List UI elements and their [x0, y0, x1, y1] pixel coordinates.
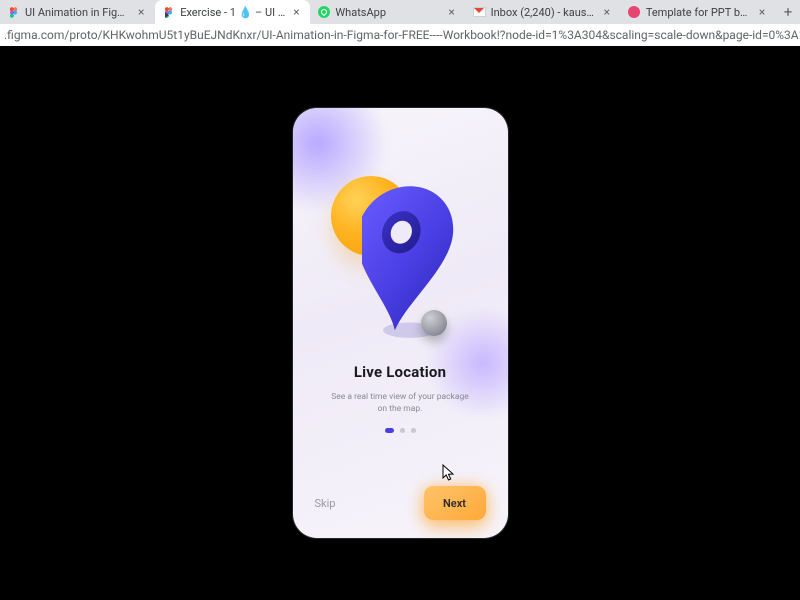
prototype-stage: Live Location See a real time view of yo… — [0, 46, 800, 600]
tab-title: Template for PPT by Kaustu — [646, 6, 751, 19]
browser-chrome: UI Animation in Figma for F × Exercise -… — [0, 0, 800, 46]
page-dot-1[interactable] — [385, 428, 394, 433]
page-dot-2[interactable] — [400, 428, 405, 433]
address-bar[interactable]: .figma.com/proto/KHKwohmU5t1yBuEJNdKnxr/… — [0, 24, 800, 46]
close-icon[interactable]: × — [446, 6, 458, 18]
gmail-icon — [473, 6, 486, 19]
page-dot-3[interactable] — [411, 428, 416, 433]
tab-title: UI Animation in Figma for F — [25, 6, 130, 19]
onboarding-subtitle: See a real time view of your package on … — [315, 391, 486, 416]
tab-whatsapp[interactable]: WhatsApp × — [310, 0, 465, 24]
close-icon[interactable]: × — [135, 6, 147, 18]
grey-sphere-icon — [421, 310, 447, 336]
skip-button[interactable]: Skip — [315, 497, 336, 510]
close-icon[interactable]: × — [290, 6, 302, 18]
figma-icon — [7, 6, 20, 19]
tab-figma-proto[interactable]: Exercise - 1 💧 – UI Anim × — [155, 0, 310, 24]
tab-title: Inbox (2,240) - kaustubh.a — [491, 6, 596, 19]
tab-figma-doc[interactable]: UI Animation in Figma for F × — [0, 0, 155, 24]
page-indicator — [293, 428, 508, 433]
app-icon — [628, 6, 641, 19]
next-button[interactable]: Next — [424, 486, 486, 520]
figma-play-icon — [162, 6, 175, 19]
onboarding-footer: Skip Next — [293, 486, 508, 520]
new-tab-button[interactable]: + — [776, 0, 800, 24]
tab-title: WhatsApp — [335, 6, 440, 19]
onboarding-title: Live Location — [315, 363, 486, 381]
close-icon[interactable]: × — [601, 6, 613, 18]
tab-template[interactable]: Template for PPT by Kaustu × — [621, 0, 776, 24]
tab-gmail[interactable]: Inbox (2,240) - kaustubh.a × — [466, 0, 621, 24]
hero-illustration — [293, 128, 508, 368]
close-icon[interactable]: × — [756, 6, 768, 18]
phone-frame: Live Location See a real time view of yo… — [293, 108, 508, 538]
whatsapp-icon — [317, 6, 330, 19]
tab-title: Exercise - 1 💧 – UI Anim — [180, 6, 285, 19]
onboarding-copy: Live Location See a real time view of yo… — [293, 363, 508, 416]
tab-strip: UI Animation in Figma for F × Exercise -… — [0, 0, 800, 24]
url-text: .figma.com/proto/KHKwohmU5t1yBuEJNdKnxr/… — [4, 28, 800, 42]
